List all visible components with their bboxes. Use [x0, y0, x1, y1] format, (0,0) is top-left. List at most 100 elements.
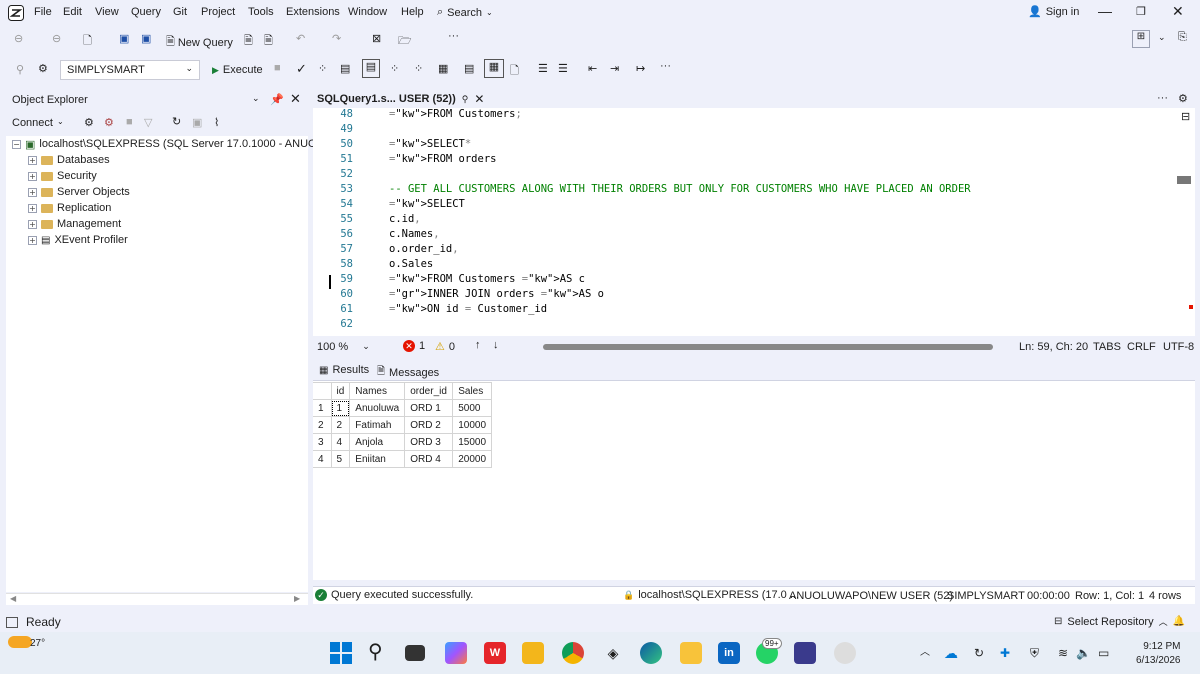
table-cell[interactable]: Anjola — [349, 433, 406, 451]
forward-icon[interactable]: ⊖ — [52, 32, 61, 45]
results-to-text-icon[interactable]: ▤ — [464, 62, 474, 75]
notification-bell-icon[interactable]: 🔔 — [1173, 616, 1185, 627]
client-stats-icon[interactable]: ▦ — [438, 62, 448, 75]
table-cell[interactable]: 2 — [330, 416, 351, 434]
clock[interactable]: 9:12 PM 6/13/2026 — [1136, 640, 1181, 668]
pin-icon[interactable]: 📌 — [270, 93, 284, 106]
row-number-cell[interactable]: 4 — [313, 450, 332, 468]
summary-icon[interactable]: ▣ — [192, 116, 202, 129]
table-cell[interactable]: 1 — [330, 399, 351, 417]
chevron-down-icon[interactable]: ⌄ — [252, 93, 260, 104]
code-line[interactable]: ="kw">FROM Customers; — [389, 108, 522, 120]
row-number-cell[interactable]: 1 — [313, 399, 332, 417]
editor-vertical-scrollbar[interactable] — [1177, 176, 1191, 184]
live-stats-icon[interactable]: ⁘ — [414, 62, 423, 75]
disconnect-icon[interactable]: ⚙ — [104, 116, 114, 129]
close-tab-icon[interactable]: ✕ — [474, 92, 484, 106]
code-line[interactable]: ="kw">ON id = Customer_id — [389, 303, 547, 315]
column-header-names[interactable]: Names — [349, 382, 406, 400]
menu-extensions[interactable]: Extensions — [286, 6, 340, 18]
table-cell[interactable]: 20000 — [452, 450, 493, 468]
tab-messages[interactable]: 🗎 Messages — [377, 364, 439, 381]
actual-plan-icon[interactable]: ⁘ — [390, 62, 399, 75]
estimated-plan-icon[interactable]: ⁘ — [318, 62, 327, 75]
outdent-icon[interactable]: ⇤ — [588, 62, 597, 75]
scroll-left-icon[interactable]: ◀ — [10, 594, 16, 603]
bluetooth-icon[interactable]: ✚ — [1000, 642, 1022, 664]
app-icon[interactable] — [834, 642, 856, 664]
previous-error-icon[interactable]: ↑ — [475, 339, 481, 351]
chrome-icon[interactable] — [562, 642, 584, 664]
chevron-up-icon[interactable]: ︿ — [920, 642, 942, 664]
tree-item-server-objects[interactable]: + Server Objects — [28, 184, 130, 200]
table-row[interactable]: 4 5 Eniitan ORD 4 20000 — [313, 450, 493, 468]
code-line[interactable]: o.order_id, — [389, 243, 459, 255]
refresh-icon[interactable]: ↻ — [172, 115, 181, 128]
menu-help[interactable]: Help — [401, 6, 424, 18]
table-cell[interactable]: 4 — [330, 433, 351, 451]
tree-item-security[interactable]: + Security — [28, 168, 97, 184]
linkedin-icon[interactable]: in — [718, 642, 740, 664]
warning-count[interactable]: ⚠ 0 — [435, 340, 455, 354]
new-query-button[interactable]: 🗎 New Query — [166, 33, 233, 52]
table-cell[interactable]: 10000 — [452, 416, 493, 434]
code-line[interactable]: ="gr">INNER JOIN orders ="kw">AS o — [389, 288, 604, 300]
select-repository-button[interactable]: ⊟ Select Repository ︿ 🔔 — [1054, 615, 1185, 628]
expand-icon[interactable]: + — [28, 219, 37, 229]
stop-icon[interactable]: ■ — [126, 116, 133, 128]
server-node[interactable]: − ▣ localhost\SQLEXPRESS (SQL Server 17.… — [12, 136, 341, 152]
share-icon[interactable]: ⎘ — [1178, 31, 1187, 44]
find-icon[interactable]: 🗁 — [398, 32, 412, 51]
more-options-icon[interactable]: ··· — [1157, 92, 1168, 104]
table-row[interactable]: 3 4 Anjola ORD 3 15000 — [313, 433, 493, 451]
line-ending[interactable]: CRLF — [1127, 341, 1156, 353]
horizontal-scrollbar[interactable] — [543, 344, 993, 350]
onedrive-icon[interactable]: ☁ — [944, 642, 966, 664]
global-search[interactable]: ⌕ Search ⌄ — [437, 6, 493, 19]
table-cell[interactable]: Fatimah — [349, 416, 406, 434]
code-line[interactable]: ="kw">SELECT — [389, 198, 465, 210]
table-cell[interactable]: 15000 — [452, 433, 493, 451]
specify-values-icon[interactable]: ↦ — [636, 62, 645, 75]
encoding[interactable]: UTF-8 — [1163, 341, 1194, 353]
activity-icon[interactable]: ⌇ — [214, 116, 219, 129]
tree-item-management[interactable]: + Management — [28, 216, 121, 232]
table-cell[interactable]: 5000 — [452, 399, 493, 417]
code-line[interactable]: ="kw">SELECT* — [389, 138, 471, 150]
table-cell[interactable]: ORD 4 — [404, 450, 454, 468]
security-icon[interactable]: ⛨ — [1030, 642, 1052, 664]
menu-view[interactable]: View — [95, 6, 119, 18]
task-view-icon[interactable] — [405, 645, 425, 661]
results-to-file-icon[interactable]: 🗋 — [510, 62, 519, 81]
table-row[interactable]: 1 1 Anuoluwa ORD 1 5000 — [313, 399, 493, 417]
code-line[interactable]: c.Names, — [389, 228, 440, 240]
copilot-icon[interactable] — [445, 642, 467, 664]
column-header-id[interactable]: id — [330, 382, 351, 400]
tab-results[interactable]: ▦ Results — [319, 364, 369, 376]
scroll-right-icon[interactable]: ▶ — [294, 594, 300, 603]
table-cell[interactable]: 5 — [330, 450, 351, 468]
redo-icon[interactable]: ↷ — [332, 32, 341, 45]
search-icon[interactable]: ⚲ — [368, 642, 390, 664]
intellisense-icon[interactable]: ▤ — [362, 59, 380, 78]
code-line[interactable]: -- GET ALL CUSTOMERS ALONG WITH THEIR OR… — [389, 183, 971, 195]
table-cell[interactable]: ORD 2 — [404, 416, 454, 434]
store-icon[interactable] — [522, 642, 544, 664]
close-icon[interactable]: ✕ — [290, 91, 301, 107]
zoom-selector[interactable]: 100 % ⌄ — [317, 341, 370, 353]
connect-icon[interactable]: ⚲ — [16, 63, 24, 76]
sign-in-button[interactable]: 👤 Sign in — [1028, 5, 1079, 19]
undo-icon[interactable]: ↶ — [296, 32, 305, 45]
results-to-grid-icon[interactable]: ▦ — [484, 59, 504, 78]
save-icon[interactable]: ▣ — [119, 32, 129, 45]
minimize-button[interactable]: — — [1098, 3, 1112, 19]
menu-query[interactable]: Query — [131, 6, 161, 18]
restore-button[interactable]: ❐ — [1136, 5, 1146, 18]
close-window-button[interactable]: ✕ — [1172, 3, 1184, 20]
uncomment-icon[interactable]: ☰ — [558, 62, 568, 75]
expand-icon[interactable]: + — [28, 235, 37, 245]
expand-icon[interactable]: + — [28, 187, 37, 197]
tree-item-databases[interactable]: + Databases — [28, 152, 110, 168]
code-line[interactable]: c.id, — [389, 213, 421, 225]
column-header-sales[interactable]: Sales — [452, 382, 493, 400]
